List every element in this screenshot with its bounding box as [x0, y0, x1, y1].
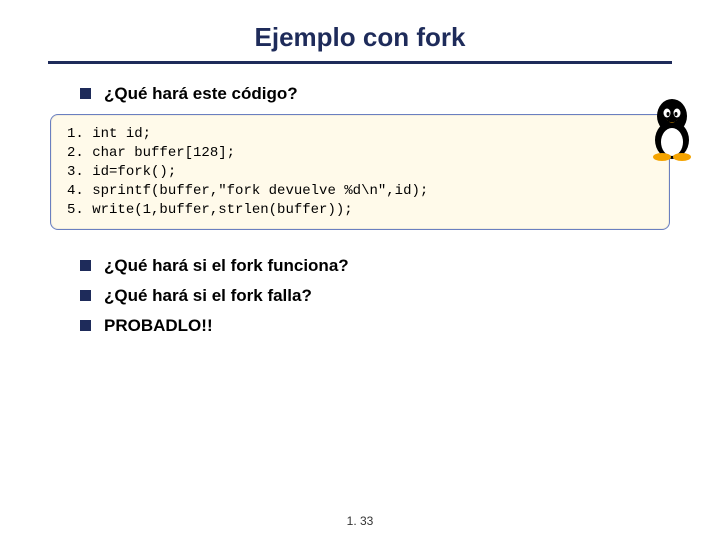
code-line-number: 5. — [67, 201, 84, 220]
bullet-item: ¿Qué hará este código? — [80, 84, 720, 104]
bullets-top: ¿Qué hará este código? — [80, 84, 720, 104]
tux-icon — [644, 96, 700, 162]
bullets-bottom: ¿Qué hará si el fork funciona? ¿Qué hará… — [80, 256, 720, 336]
code-box: 1. int id; 2. char buffer[128]; 3. id=fo… — [50, 114, 670, 230]
code-line: 2. char buffer[128]; — [67, 144, 653, 163]
slide-title: Ejemplo con fork — [0, 0, 720, 61]
code-line-number: 4. — [67, 182, 84, 201]
code-line-text: char buffer[128]; — [92, 145, 235, 161]
code-line: 3. id=fork(); — [67, 163, 653, 182]
code-line-number: 1. — [67, 125, 84, 144]
bullet-item: PROBADLO!! — [80, 316, 720, 336]
page-number: 1. 33 — [0, 514, 720, 528]
bullet-text: ¿Qué hará este código? — [104, 84, 298, 103]
bullet-text: ¿Qué hará si el fork falla? — [104, 286, 312, 305]
code-line-number: 2. — [67, 144, 84, 163]
code-line-text: id=fork(); — [92, 164, 176, 180]
code-line-text: sprintf(buffer,"fork devuelve %d\n",id); — [92, 183, 428, 199]
code-line: 1. int id; — [67, 125, 653, 144]
code-line-text: int id; — [92, 126, 151, 142]
code-line: 4. sprintf(buffer,"fork devuelve %d\n",i… — [67, 182, 653, 201]
bullet-item: ¿Qué hará si el fork falla? — [80, 286, 720, 306]
slide: Ejemplo con fork ¿Qué hará este código? … — [0, 0, 720, 540]
title-rule — [48, 61, 672, 64]
bullet-item: ¿Qué hará si el fork funciona? — [80, 256, 720, 276]
bullet-text: PROBADLO!! — [104, 316, 213, 335]
bullet-text: ¿Qué hará si el fork funciona? — [104, 256, 349, 275]
code-line-number: 3. — [67, 163, 84, 182]
code-line-text: write(1,buffer,strlen(buffer)); — [92, 202, 352, 218]
code-line: 5. write(1,buffer,strlen(buffer)); — [67, 201, 653, 220]
